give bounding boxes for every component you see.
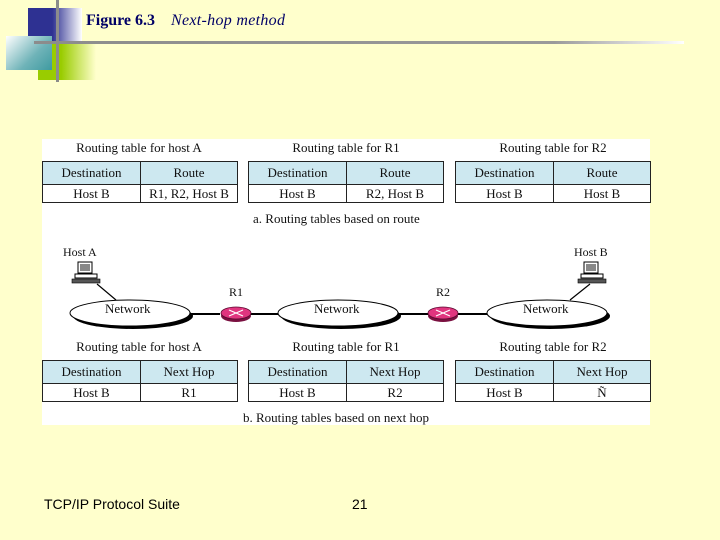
column-header: Destination xyxy=(248,360,347,384)
column-header: Destination xyxy=(248,161,347,185)
network-label: Network xyxy=(105,301,151,316)
table-cell: Host B xyxy=(553,184,651,203)
nexthop-table-host-a: Destination Next Hop Host B R1 xyxy=(42,360,238,402)
table-cell: Ñ xyxy=(553,383,651,402)
route-table-r2: Destination Route Host B Host B xyxy=(455,161,651,203)
host-b-computer-icon xyxy=(577,261,607,284)
table-title: Routing table for R1 xyxy=(292,339,400,354)
router-r1-label: R1 xyxy=(229,285,244,299)
table-cell: Host B xyxy=(455,184,554,203)
column-header: Next Hop xyxy=(553,360,651,384)
route-table-r1: Destination Route Host B R2, Host B xyxy=(248,161,444,203)
table-title: Routing table for host A xyxy=(76,339,202,354)
router-r2-icon xyxy=(427,306,459,322)
column-header: Next Hop xyxy=(140,360,238,384)
route-table-host-a: Destination Route Host B R1, R2, Host B xyxy=(42,161,238,203)
caption-route: a. Routing tables based on route xyxy=(253,211,420,226)
figure-panel: Routing table for host A Destination Rout… xyxy=(42,139,651,425)
table-cell: Host B xyxy=(248,383,347,402)
network-label: Network xyxy=(314,301,360,316)
table-title: Routing table for R2 xyxy=(499,339,607,354)
page-number: 21 xyxy=(352,496,368,512)
footer-title: TCP/IP Protocol Suite xyxy=(44,496,180,512)
table-title: Routing table for host A xyxy=(76,140,202,155)
caption-next-hop: b. Routing tables based on next hop xyxy=(243,410,429,425)
host-a-label: Host A xyxy=(63,245,97,259)
column-header: Route xyxy=(553,161,651,185)
table-cell: R2, Host B xyxy=(346,184,444,203)
host-b-label: Host B xyxy=(574,245,608,259)
table-cell: Host B xyxy=(455,383,554,402)
decorative-horizontal-line xyxy=(34,41,684,44)
table-cell: R1 xyxy=(140,383,238,402)
router-r2-label: R2 xyxy=(436,285,451,299)
slide-title: Figure 6.3 Next-hop method xyxy=(86,12,285,30)
table-title: Routing table for R1 xyxy=(292,140,400,155)
router-r1-icon xyxy=(220,306,252,322)
column-header: Destination xyxy=(42,360,141,384)
table-cell: Host B xyxy=(248,184,347,203)
host-a-link xyxy=(96,283,117,301)
column-header: Route xyxy=(140,161,238,185)
column-header: Route xyxy=(346,161,444,185)
table-cell: R1, R2, Host B xyxy=(140,184,238,203)
table-cell: Host B xyxy=(42,184,141,203)
nexthop-table-r1: Destination Next Hop Host B R2 xyxy=(248,360,444,402)
table-title: Routing table for R2 xyxy=(499,140,607,155)
host-b-link xyxy=(569,283,591,301)
column-header: Destination xyxy=(42,161,141,185)
host-a-computer-icon xyxy=(71,261,101,284)
column-header: Destination xyxy=(455,161,554,185)
network-label: Network xyxy=(523,301,569,316)
column-header: Destination xyxy=(455,360,554,384)
figure-number: Figure 6.3 xyxy=(86,12,156,29)
table-cell: Host B xyxy=(42,383,141,402)
figure-caption: Next-hop method xyxy=(171,12,286,29)
nexthop-table-r2: Destination Next Hop Host BÑ xyxy=(455,360,651,402)
table-cell: R2 xyxy=(346,383,444,402)
column-header: Next Hop xyxy=(346,360,444,384)
